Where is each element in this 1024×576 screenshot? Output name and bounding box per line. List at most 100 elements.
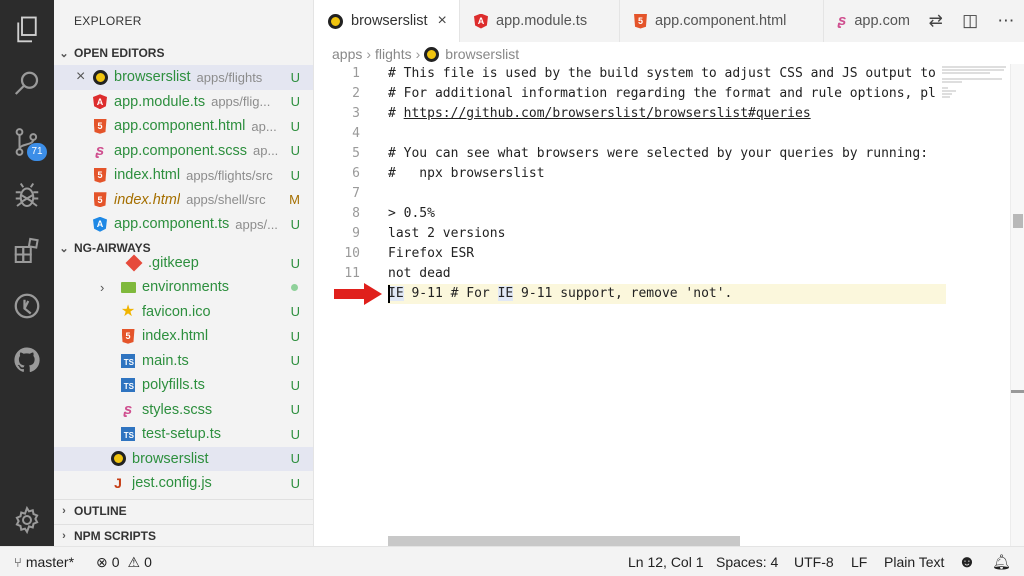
line-number: 10 bbox=[344, 246, 360, 261]
breadcrumb: apps › flights › browserslist bbox=[332, 44, 519, 64]
scroll-marker bbox=[1013, 214, 1023, 228]
file-item[interactable]: TS polyfills.ts U bbox=[54, 373, 313, 398]
breadcrumb-item[interactable]: apps bbox=[332, 46, 362, 62]
folder-item[interactable]: › environments bbox=[54, 275, 313, 300]
file-item[interactable]: 5 index.html U bbox=[54, 324, 313, 349]
chevron-right-icon: › bbox=[100, 279, 105, 295]
cursor-position[interactable]: Ln 12, Col 1 bbox=[628, 547, 704, 576]
html-icon: 5 bbox=[92, 118, 108, 134]
error-icon: ⊗ bbox=[96, 553, 108, 570]
outline-header[interactable]: › OUTLINE bbox=[54, 499, 313, 521]
open-editor-item[interactable]: A app.component.ts apps/... U bbox=[54, 212, 313, 237]
github-icon[interactable] bbox=[0, 334, 54, 386]
language-mode[interactable]: Plain Text bbox=[884, 547, 944, 576]
explorer-sidebar: EXPLORER ⌄ OPEN EDITORS × browserslist a… bbox=[54, 0, 314, 546]
branch-indicator[interactable]: ⑂ master* bbox=[14, 547, 74, 576]
open-editor-item[interactable]: 5 index.html apps/flights/src U bbox=[54, 163, 313, 188]
chevron-right-icon: › bbox=[366, 46, 372, 62]
source-control-icon[interactable]: 71 bbox=[0, 116, 54, 168]
code-line: Firefox ESR bbox=[388, 246, 475, 261]
file-item[interactable]: J jest.config.js U bbox=[54, 471, 313, 496]
sass-icon: ʂ bbox=[123, 400, 133, 418]
code-line: # You can see what browsers were selecte… bbox=[388, 146, 929, 161]
line-number: 11 bbox=[344, 266, 360, 281]
breadcrumb-item[interactable]: flights bbox=[375, 46, 412, 62]
extensions-icon[interactable] bbox=[0, 226, 54, 278]
open-editor-item[interactable]: 5 app.component.html ap... U bbox=[54, 114, 313, 139]
open-editor-item[interactable]: × browserslist apps/flights U bbox=[54, 65, 313, 90]
url-link[interactable]: https://github.com/browserslist/browsers… bbox=[404, 106, 811, 121]
line-ending[interactable]: LF bbox=[851, 547, 867, 576]
html-icon: 5 bbox=[92, 167, 108, 183]
current-code-line: IE 9-11 # For IE 9-11 support, remove 'n… bbox=[388, 286, 733, 301]
code-line: # This file is used by the build system … bbox=[388, 66, 936, 81]
line-number: 2 bbox=[352, 86, 360, 101]
typescript-icon: TS bbox=[120, 353, 136, 369]
scm-badge: 71 bbox=[27, 143, 47, 161]
explorer-title: EXPLORER bbox=[74, 14, 142, 28]
typescript-icon: TS bbox=[120, 377, 136, 393]
explorer-icon[interactable] bbox=[0, 4, 54, 56]
debug-icon[interactable] bbox=[0, 170, 54, 222]
open-editor-item[interactable]: A app.module.ts apps/flig... U bbox=[54, 90, 313, 115]
activity-bar: 71 bbox=[0, 0, 54, 546]
encoding[interactable]: UTF-8 bbox=[794, 547, 834, 576]
code-line: last 2 versions bbox=[388, 226, 506, 241]
breadcrumb-item[interactable]: browserslist bbox=[445, 46, 519, 62]
editor-tabs: browserslist × A app.module.ts 5 app.com… bbox=[314, 0, 1024, 42]
line-number: 7 bbox=[352, 186, 360, 201]
settings-gear-icon[interactable] bbox=[0, 494, 54, 546]
open-editor-item[interactable]: ʂ app.component.scss ap... U bbox=[54, 139, 313, 164]
line-number: 4 bbox=[352, 126, 360, 141]
open-editors-header[interactable]: ⌄ OPEN EDITORS bbox=[54, 42, 313, 64]
file-item[interactable]: browserslist U bbox=[54, 446, 313, 471]
code-line: # npx browserslist bbox=[388, 166, 545, 181]
search-icon[interactable] bbox=[0, 58, 54, 110]
split-editor-icon[interactable]: ◫ bbox=[962, 11, 978, 31]
problems-indicator[interactable]: ⊗ 0 ⚠ 0 bbox=[96, 547, 152, 576]
modified-dot bbox=[291, 283, 298, 291]
tab-app-module[interactable]: A app.module.ts bbox=[460, 0, 620, 42]
indentation[interactable]: Spaces: 4 bbox=[716, 547, 778, 576]
open-changes-icon[interactable]: ⇄ bbox=[929, 11, 943, 31]
text-cursor bbox=[388, 285, 390, 303]
code-editor[interactable]: 1 2 3 4 5 6 7 8 9 10 11 # This file is u… bbox=[314, 64, 1010, 546]
jest-icon: J bbox=[114, 475, 122, 492]
line-number: 9 bbox=[352, 226, 360, 241]
chevron-right-icon: › bbox=[415, 46, 421, 62]
scroll-marker bbox=[1011, 390, 1024, 393]
angular-icon: A bbox=[474, 13, 488, 29]
minimap[interactable] bbox=[940, 64, 1010, 104]
open-editor-item[interactable]: 5 index.html apps/shell/src M bbox=[54, 188, 313, 213]
remote-icon[interactable] bbox=[0, 280, 54, 332]
notifications-bell-icon[interactable]: 🔔︎ bbox=[992, 547, 1011, 576]
chevron-right-icon: › bbox=[62, 504, 66, 517]
close-icon[interactable]: × bbox=[76, 68, 85, 86]
angular-icon: A bbox=[92, 94, 108, 110]
folder-icon bbox=[120, 279, 136, 295]
html-icon: 5 bbox=[120, 328, 136, 344]
status-bar: ⑂ master* ⊗ 0 ⚠ 0 Ln 12, Col 1 Spaces: 4… bbox=[0, 546, 1024, 576]
star-icon: ★ bbox=[120, 302, 136, 320]
vertical-scrollbar[interactable] bbox=[1010, 64, 1024, 546]
horizontal-scrollbar-thumb[interactable] bbox=[388, 536, 740, 546]
file-item[interactable]: TS test-setup.ts U bbox=[54, 422, 313, 447]
editor-actions: ⇄ ◫ ⋯ bbox=[919, 0, 1024, 42]
close-icon[interactable]: × bbox=[438, 12, 447, 30]
feedback-smiley-icon[interactable]: ☻ bbox=[958, 547, 976, 576]
tab-app-component-html[interactable]: 5 app.component.html bbox=[620, 0, 824, 42]
file-item[interactable]: ʂ styles.scss U bbox=[54, 398, 313, 423]
file-item[interactable]: .gitkeep U bbox=[54, 252, 313, 274]
typescript-icon: TS bbox=[120, 426, 136, 442]
code-line: not dead bbox=[388, 266, 451, 281]
tab-browserslist[interactable]: browserslist × bbox=[314, 0, 460, 42]
npm-scripts-header[interactable]: › NPM SCRIPTS bbox=[54, 524, 313, 546]
file-item[interactable]: ★ favicon.ico U bbox=[54, 300, 313, 325]
chevron-down-icon: ⌄ bbox=[59, 47, 69, 60]
file-item[interactable]: TS main.ts U bbox=[54, 349, 313, 374]
more-actions-icon[interactable]: ⋯ bbox=[997, 11, 1014, 31]
browserslist-icon bbox=[328, 13, 343, 29]
browserslist-icon bbox=[92, 69, 108, 85]
tab-app-component-scss[interactable]: ʂ app.com bbox=[824, 0, 919, 42]
